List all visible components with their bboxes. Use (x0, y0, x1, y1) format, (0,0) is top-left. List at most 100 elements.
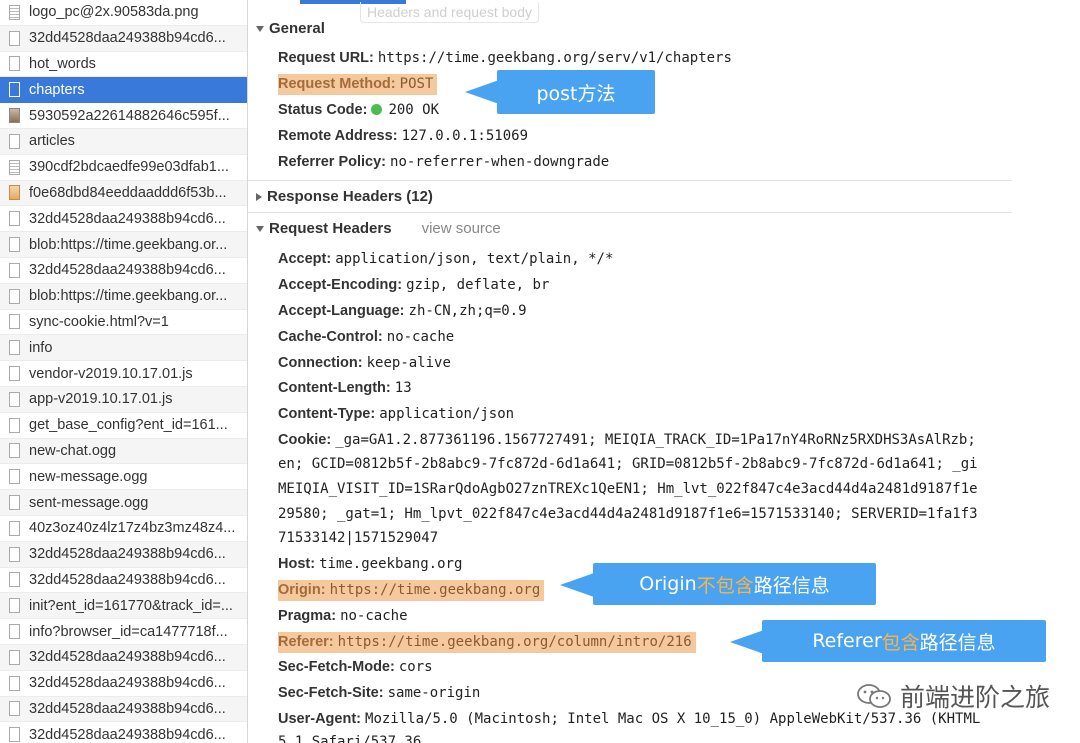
request-name: 32dd4528daa249388b94cd6... (29, 726, 226, 743)
file-icon (9, 649, 20, 665)
request-row[interactable]: 32dd4528daa249388b94cd6... (0, 644, 247, 671)
request-row[interactable]: blob:https://time.geekbang.or... (0, 283, 247, 310)
request-name: f0e68dbd84eeddaaddd6f53b... (29, 184, 227, 201)
file-icon (9, 56, 20, 72)
request-list: logo_pc@2x.90583da.png 32dd4528daa249388b… (0, 0, 248, 743)
request-name: 32dd4528daa249388b94cd6... (29, 30, 226, 47)
request-name: sync-cookie.html?v=1 (29, 313, 169, 330)
request-url-row: Request URL: https://time.geekbang.org/s… (278, 50, 732, 66)
file-icon (9, 598, 20, 614)
request-name: hot_words (29, 55, 96, 72)
request-name: sent-message.ogg (29, 494, 149, 511)
expand-triangle-icon (256, 225, 264, 232)
cookie-continuation: 71533142|1571529047 (278, 530, 439, 546)
request-row[interactable]: sync-cookie.html?v=1 (0, 310, 247, 336)
request-row[interactable]: hot_words (0, 52, 247, 78)
request-row[interactable]: 40z3oz40z4lz17z4bz3mz48z4... (0, 516, 247, 542)
request-row[interactable]: new-message.ogg (0, 464, 247, 491)
request-row[interactable]: info?browser_id=ca1477718f... (0, 619, 247, 645)
request-name: vendor-v2019.10.17.01.js (29, 365, 193, 382)
file-icon (9, 520, 20, 536)
section-divider (248, 180, 1012, 181)
general-section-header[interactable]: General (256, 20, 325, 37)
request-name: init?ent_id=161770&track_id=... (29, 597, 233, 614)
request-name: 5930592a22614882646c595f... (29, 107, 230, 124)
request-row[interactable]: 32dd4528daa249388b94cd6... (0, 722, 247, 743)
request-row[interactable]: chapters (0, 77, 247, 104)
request-name: logo_pc@2x.90583da.png (29, 4, 199, 21)
request-name: blob:https://time.geekbang.or... (29, 288, 228, 305)
request-name: info (29, 339, 53, 356)
request-row[interactable]: 32dd4528daa249388b94cd6... (0, 258, 247, 284)
accept-language-row: Accept-Language: zh-CN,zh;q=0.9 (278, 303, 527, 319)
file-icon (9, 288, 20, 304)
cookie-row: Cookie: _ga=GA1.2.877361196.1567727491; … (278, 432, 976, 448)
request-row[interactable]: articles (0, 128, 247, 155)
view-source-link[interactable]: view source (422, 220, 501, 237)
request-name: 32dd4528daa249388b94cd6... (29, 571, 226, 588)
file-icon (9, 211, 20, 227)
file-icon (9, 727, 20, 743)
request-name: 32dd4528daa249388b94cd6... (29, 262, 226, 279)
collapsed-triangle-icon (256, 192, 262, 201)
request-row[interactable]: 32dd4528daa249388b94cd6... (0, 568, 247, 594)
post-callout-arrow (465, 80, 499, 104)
request-row[interactable]: 32dd4528daa249388b94cd6... (0, 206, 247, 233)
request-row[interactable]: logo_pc@2x.90583da.png (0, 0, 247, 26)
file-icon (9, 237, 20, 253)
request-name: 32dd4528daa249388b94cd6... (29, 546, 226, 563)
request-row[interactable]: sent-message.ogg (0, 490, 247, 516)
file-icon (9, 159, 20, 175)
request-row[interactable]: 390cdf2bdcaedfe99e03dfab1... (0, 155, 247, 181)
request-row[interactable]: new-chat.ogg (0, 438, 247, 465)
file-icon (9, 4, 20, 20)
file-icon (9, 30, 20, 46)
request-row[interactable]: info (0, 335, 247, 362)
file-icon (9, 572, 20, 588)
request-row[interactable]: 32dd4528daa249388b94cd6... (0, 25, 247, 52)
request-row[interactable]: f0e68dbd84eeddaaddd6f53b... (0, 180, 247, 207)
referer-callout: Referer 包含 路径信息 (762, 620, 1046, 662)
request-name: app-v2019.10.17.01.js (29, 391, 173, 408)
general-title: General (269, 20, 325, 37)
request-row[interactable]: vendor-v2019.10.17.01.js (0, 361, 247, 387)
file-icon (9, 443, 20, 459)
image-file-icon (9, 185, 20, 201)
file-icon (9, 701, 20, 717)
request-row[interactable]: 32dd4528daa249388b94cd6... (0, 671, 247, 697)
wechat-icon (857, 684, 891, 708)
request-name: new-chat.ogg (29, 442, 117, 459)
post-method-callout: post方法 (497, 70, 655, 114)
cookie-continuation: 29580; _gat=1; Hm_lpvt_022f847c4e3acd44d… (278, 506, 978, 522)
request-name: blob:https://time.geekbang.or... (29, 236, 228, 253)
request-name: 390cdf2bdcaedfe99e03dfab1... (29, 159, 229, 176)
request-name: 32dd4528daa249388b94cd6... (29, 210, 226, 227)
remote-address-row: Remote Address: 127.0.0.1:51069 (278, 128, 528, 144)
request-headers-header[interactable]: Request Headers view source (256, 220, 501, 237)
response-headers-header[interactable]: Response Headers (12) (256, 188, 433, 205)
referrer-policy-row: Referrer Policy: no-referrer-when-downgr… (278, 154, 610, 170)
cookie-continuation: MEIQIA_VISIT_ID=1SRarQdoAgbO27znTREXc1Qe… (278, 481, 978, 497)
request-row[interactable]: app-v2019.10.17.01.js (0, 386, 247, 413)
request-method-highlight: Request Method: POST (278, 74, 438, 95)
request-row[interactable]: 32dd4528daa249388b94cd6... (0, 696, 247, 723)
request-row[interactable]: 5930592a22614882646c595f... (0, 103, 247, 129)
origin-callout: Origin 不包含 路径信息 (593, 563, 876, 605)
request-row[interactable]: init?ent_id=161770&track_id=... (0, 593, 247, 620)
request-row[interactable]: blob:https://time.geekbang.or... (0, 232, 247, 258)
file-icon (9, 624, 20, 640)
request-name: 32dd4528daa249388b94cd6... (29, 700, 226, 717)
content-type-row: Content-Type: application/json (278, 406, 515, 422)
request-name: chapters (29, 81, 85, 98)
file-icon (9, 340, 20, 356)
file-icon (9, 675, 20, 691)
request-method-row: Request Method: POST (278, 73, 1080, 95)
referer-highlight: Referer: https://time.geekbang.org/colum… (278, 632, 696, 653)
file-icon (9, 366, 20, 382)
request-name: 32dd4528daa249388b94cd6... (29, 675, 226, 692)
request-method-value: POST (399, 76, 434, 92)
request-name: 40z3oz40z4lz17z4bz3mz48z4... (29, 520, 236, 537)
accept-encoding-row: Accept-Encoding: gzip, deflate, br (278, 277, 550, 293)
request-row[interactable]: get_base_config?ent_id=161... (0, 413, 247, 439)
request-row[interactable]: 32dd4528daa249388b94cd6... (0, 541, 247, 568)
